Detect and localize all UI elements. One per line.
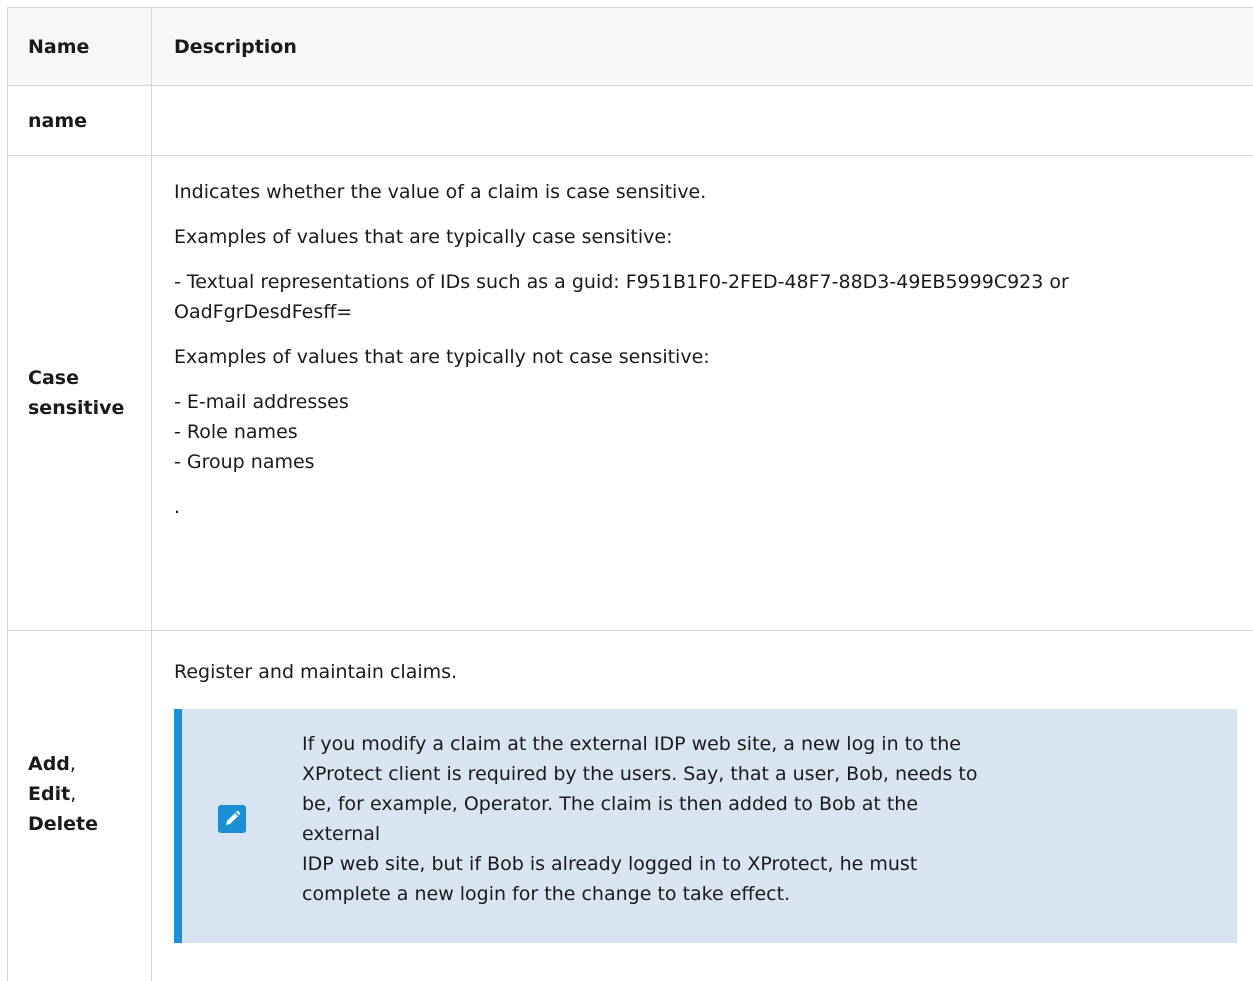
pencil-icon [218,805,246,833]
note-box: If you modify a claim at the external ID… [174,709,1237,943]
note-line: If you modify a claim at the external ID… [302,733,961,755]
add-label: Add [28,753,70,775]
case-paragraph: Examples of values that are typically ca… [174,226,673,248]
case-list-item: - E-mail addresses [174,391,349,413]
row-case-sensitive-label: Case sensitive [8,156,152,630]
edit-label: Edit [28,783,71,805]
row-add-edit-delete-description: Register and maintain claims. If you mod… [152,631,1253,981]
header-name: Name [8,8,152,85]
table-header-row: Name Description [8,8,1253,86]
add-edit-delete-intro: Register and maintain claims. [174,661,458,683]
note-line: complete a new login for the change to t… [302,883,791,905]
case-label-line2: sensitive [28,397,125,419]
note-line: be, for example, Operator. The claim is … [302,793,919,845]
table-row-case-sensitive: Case sensitive Indicates whether the val… [8,156,1253,631]
case-paragraph: Indicates whether the value of a claim i… [174,181,707,203]
row-add-edit-delete-label: Add, Edit, Delete [8,631,152,981]
case-list-item: - Group names [174,451,315,473]
case-list-item: - Role names [174,421,298,443]
table-row-name: name [8,86,1253,156]
case-trailing-dot: . [174,496,181,518]
note-line: XProtect client is required by the users… [302,763,978,785]
table-row-add-edit-delete: Add, Edit, Delete Register and maintain … [8,631,1253,981]
comma: , [69,753,76,775]
case-label-line1: Case [28,367,79,389]
row-name-description [152,86,1253,155]
case-paragraph: - Textual representations of IDs such as… [174,271,1069,293]
comma: , [70,783,77,805]
row-case-sensitive-description: Indicates whether the value of a claim i… [152,156,1253,630]
case-paragraph: Examples of values that are typically no… [174,346,710,368]
note-line: IDP web site, but if Bob is already logg… [302,853,918,875]
row-name-label: name [8,86,152,155]
claims-table: Name Description name Case sensitive Ind… [7,7,1253,981]
header-description: Description [174,35,297,58]
delete-label: Delete [28,813,99,835]
case-paragraph: OadFgrDesdFesff= [174,301,353,323]
note-text: If you modify a claim at the external ID… [302,729,1002,909]
